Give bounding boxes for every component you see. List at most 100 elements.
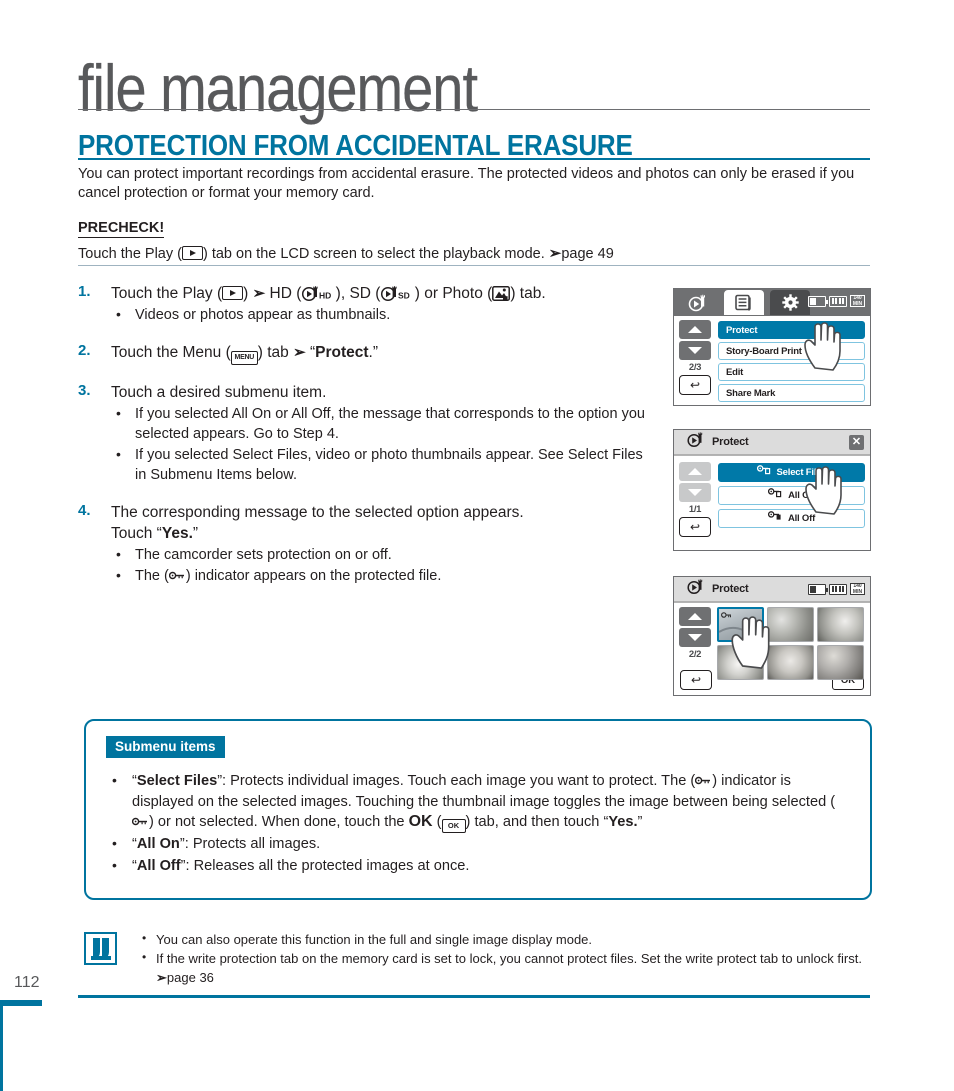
page-number: 112 [14, 974, 40, 991]
submenu-0-p2: ”: Protects individual images. Touch eac… [217, 773, 696, 789]
lcd2-body: 1/1 ↩ Select Files All On All Off [674, 456, 870, 550]
menu-list-icon [735, 294, 751, 311]
lcd1-scroll-down-button[interactable] [679, 341, 711, 360]
list-item: If you selected Select Files, video or p… [111, 444, 658, 485]
protect-key-icon [131, 813, 149, 826]
step-4-bullet2-a: The ( [135, 568, 169, 584]
step-4-text-a: Touch “ [111, 525, 162, 542]
step-4-bullet2-b: ) indicator appears on the protected fil… [185, 568, 442, 584]
precheck-text-after: ) tab on the LCD screen to select the pl… [202, 246, 549, 262]
thumbnail-3[interactable] [817, 607, 864, 642]
step-2-text-a: Touch the Menu ( [111, 344, 231, 361]
thumbnail-row [717, 607, 866, 642]
step-2: 2. Touch the Menu (MENU) tab ➢ “Protect.… [78, 342, 658, 365]
thumbnail-1-selected[interactable] [717, 607, 764, 642]
recording-time-icon: 140 MIN [850, 295, 865, 307]
lcd1-menu-item-storyboard[interactable]: Story-Board Print [718, 342, 865, 360]
manual-page: file management PROTECTION FROM ACCIDENT… [0, 0, 954, 1091]
svg-text:HD: HD [319, 291, 331, 301]
lcd2-label-all-on: All On [788, 490, 815, 501]
lcd1-nav-column: 2/3 ↩ [679, 320, 711, 395]
step-4-text-bold: Yes. [161, 525, 193, 542]
chevron-up-icon [688, 613, 702, 620]
lcd1-body: 2/3 ↩ Protect Story-Board Print Edit Sha… [674, 316, 870, 405]
step-4-text-b: ” [192, 525, 199, 542]
lcd3-title: Protect [712, 583, 749, 595]
lcd2-menu-item-all-on[interactable]: All On [718, 486, 865, 505]
lcd2-back-button[interactable]: ↩ [679, 517, 711, 537]
step-3: 3. Touch a desired submenu item. If you … [78, 382, 658, 485]
play-icon [222, 286, 244, 300]
lcd1-back-button[interactable]: ↩ [679, 375, 711, 395]
lcd3-body: 2/2 ↩ OK [674, 603, 870, 695]
chapter-title: file management [78, 50, 478, 126]
step-4-title-line2: Touch “Yes.” [111, 523, 658, 544]
play-mode-icon [686, 431, 706, 454]
thumbnail-6[interactable] [817, 645, 864, 680]
arrow-right-icon: ➢ [252, 285, 266, 302]
submenu-0-bold2: OK [408, 813, 433, 830]
lcd2-menu-list: Select Files All On All Off [718, 463, 865, 532]
sd-video-icon: SD [380, 285, 410, 302]
precheck-divider [78, 265, 870, 266]
lcd1-menu-tab[interactable] [724, 290, 764, 315]
list-item: “All Off”: Releases all the protected im… [106, 855, 852, 877]
footer-divider [78, 995, 870, 998]
lcd2-titlebar: Protect ✕ [674, 430, 870, 456]
lcd2-menu-item-select-files[interactable]: Select Files [718, 463, 865, 482]
submenu-list: “Select Files”: Protects individual imag… [106, 770, 852, 877]
step-3-number: 3. [78, 382, 91, 399]
thumbnail-5[interactable] [767, 645, 814, 680]
submenu-0-p6: ) tab, and then touch “ [465, 814, 609, 830]
close-icon[interactable]: ✕ [849, 435, 864, 450]
lcd1-settings-tab[interactable] [770, 290, 810, 315]
chevron-up-icon [688, 468, 702, 475]
step-3-title: Touch a desired submenu item. [111, 384, 327, 401]
lcd3-scroll-down-button[interactable] [679, 628, 711, 647]
submenu-0-bold1: Select Files [136, 773, 218, 789]
thumbnail-2[interactable] [767, 607, 814, 642]
step-2-title: Touch the Menu (MENU) tab ➢ “Protect.” [111, 342, 658, 365]
step-4-number: 4. [78, 502, 91, 519]
section-divider [78, 158, 870, 160]
protect-key-icon [695, 772, 712, 785]
lcd3-status-icons: 140 MIN [808, 583, 865, 595]
lcd1-menu-item-sharemark[interactable]: Share Mark [718, 384, 865, 402]
step-3-bullets: If you selected All On or All Off, the m… [111, 403, 658, 485]
lcd1-scroll-up-button[interactable] [679, 320, 711, 339]
lcd3-back-button[interactable]: ↩ [680, 670, 712, 690]
play-mode-icon [686, 578, 706, 601]
step-1-text-d: ), SD ( [331, 285, 381, 302]
lcd1-menu-item-edit[interactable]: Edit [718, 363, 865, 381]
list-item: The ( ) indicator appears on the protecte… [111, 565, 658, 586]
step-1-text-a: Touch the Play ( [111, 285, 223, 302]
submenu-0-p7: ” [637, 814, 643, 830]
ok-icon: OK [441, 819, 466, 833]
lcd2-scroll-up-button[interactable] [679, 462, 711, 481]
gear-icon [781, 294, 799, 311]
list-item: If the write protection tab on the memor… [137, 948, 872, 987]
lcd3-page-indicator: 2/2 [688, 649, 702, 660]
lcd1-play-tab[interactable] [678, 290, 718, 315]
list-item: You can also operate this function in th… [137, 929, 872, 949]
hd-video-icon: HD [301, 285, 332, 302]
key-all-on-icon [768, 487, 783, 504]
lcd2-scroll-down-button[interactable] [679, 483, 711, 502]
step-1-text-f: ) tab. [510, 285, 546, 302]
chevron-up-icon [688, 326, 702, 333]
lcd1-menu-item-protect[interactable]: Protect [718, 321, 865, 339]
lcd2-menu-item-all-off[interactable]: All Off [718, 509, 865, 528]
lcd3-nav-column: 2/2 [679, 607, 711, 662]
precheck-text-before: Touch the Play ( [78, 246, 182, 262]
lcd2-page-indicator: 1/1 [688, 504, 702, 515]
play-icon [181, 246, 203, 260]
steps-list: 1. Touch the Play () ➢ HD (HD ), SD (SD … [78, 283, 658, 600]
step-4-bullets: The camcorder sets protection on or off.… [111, 544, 658, 586]
menu-icon: MENU [230, 351, 258, 365]
thumbnail-4[interactable] [717, 645, 764, 680]
step-1: 1. Touch the Play () ➢ HD (HD ), SD (SD … [78, 283, 658, 325]
lcd3-scroll-up-button[interactable] [679, 607, 711, 626]
list-item: Videos or photos appear as thumbnails. [111, 304, 658, 325]
photo-icon [492, 286, 511, 301]
submenu-0-p5: ( [432, 814, 442, 830]
